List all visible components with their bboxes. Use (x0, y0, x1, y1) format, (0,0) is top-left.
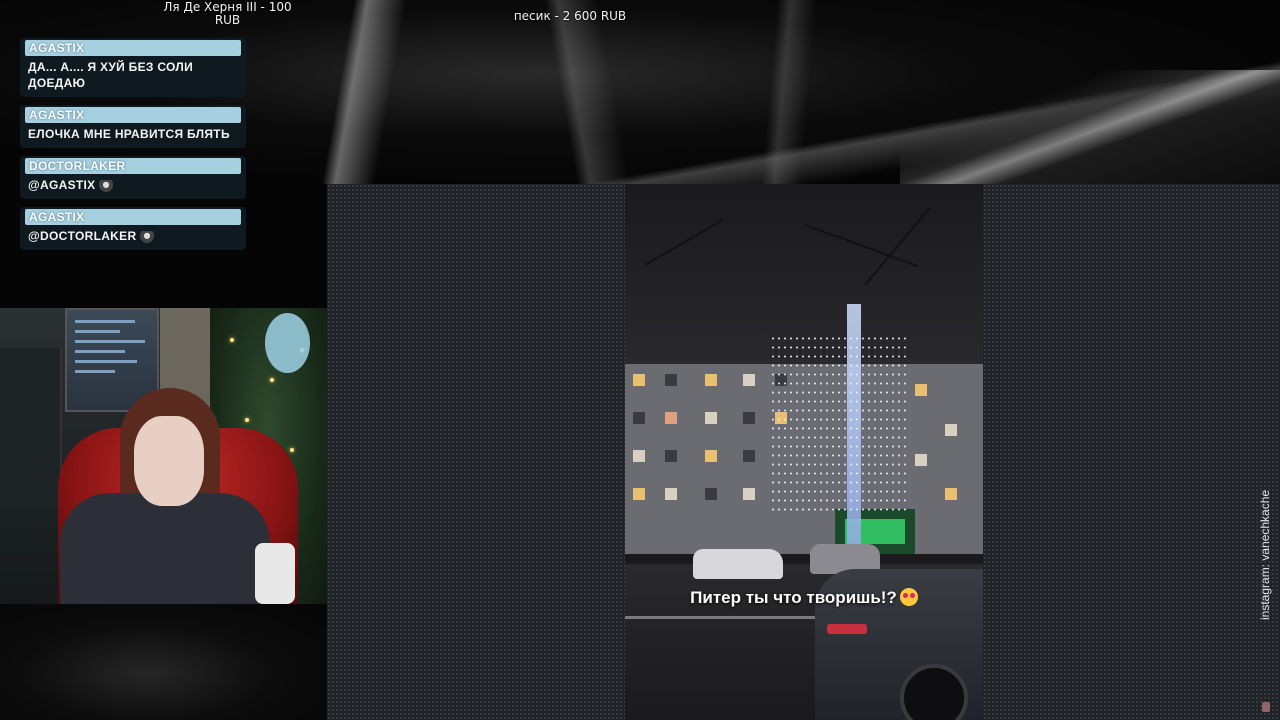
corner-badge-icon (1262, 702, 1270, 712)
backdrop-light-streak (900, 70, 1280, 184)
chat-text: @AGASTIX (28, 178, 96, 192)
chat-username: AGASTIX (25, 40, 241, 56)
chat-text: ДА... А.... Я ХУЙ БЕЗ СОЛИ ДОЕДАЮ (28, 60, 194, 90)
chat-overlay: AGASTIX ДА... А.... Я ХУЙ БЕЗ СОЛИ ДОЕДА… (20, 38, 246, 258)
emote-icon (140, 230, 155, 243)
dark-background-panel (0, 604, 327, 720)
video-player[interactable]: Питер ты что творишь!? (327, 184, 1280, 720)
chat-username: AGASTIX (25, 209, 241, 225)
chat-username: DOCTORLAKER (25, 158, 241, 174)
video-frame[interactable]: Питер ты что творишь!? (625, 184, 983, 720)
webcam-shelf (0, 348, 62, 508)
mesh-background-left (327, 184, 625, 720)
donation-alert-1: Ля Де Херня III - 100 RUB (163, 0, 292, 27)
chat-text-row: @AGASTIX (25, 174, 241, 193)
chat-text: @DOCTORLAKER (28, 229, 137, 243)
caption-text: Питер ты что творишь!? (690, 588, 897, 607)
instagram-watermark: instagram: vanechkache (1258, 489, 1272, 620)
chat-message: DOCTORLAKER @AGASTIX (20, 156, 246, 199)
video-road-line (625, 616, 825, 619)
webcam-streamer-face (134, 416, 204, 506)
emote-icon (99, 179, 114, 192)
chat-message: AGASTIX ДА... А.... Я ХУЙ БЕЗ СОЛИ ДОЕДА… (20, 38, 246, 97)
chat-username: AGASTIX (25, 107, 241, 123)
webcam-streamer-body (60, 493, 270, 604)
video-string-lights (770, 334, 910, 514)
video-car-white (693, 549, 783, 579)
webcam-plush (265, 313, 310, 373)
video-caption: Питер ты что творишь!? (625, 588, 983, 608)
mesh-background-right (983, 184, 1280, 720)
chat-message: AGASTIX @DOCTORLAKER (20, 207, 246, 250)
chat-text-row: @DOCTORLAKER (25, 225, 241, 244)
heart-eyes-emoji-icon (899, 588, 918, 606)
streamer-webcam (0, 308, 327, 604)
donation-alert-2: песик - 2 600 RUB (513, 9, 627, 23)
chat-message: AGASTIX ЕЛОЧКА МНЕ НРАВИТСЯ БЛЯТЬ (20, 105, 246, 148)
webcam-microphone (255, 543, 295, 604)
chat-text: ЕЛОЧКА МНЕ НРАВИТСЯ БЛЯТЬ (28, 127, 230, 141)
